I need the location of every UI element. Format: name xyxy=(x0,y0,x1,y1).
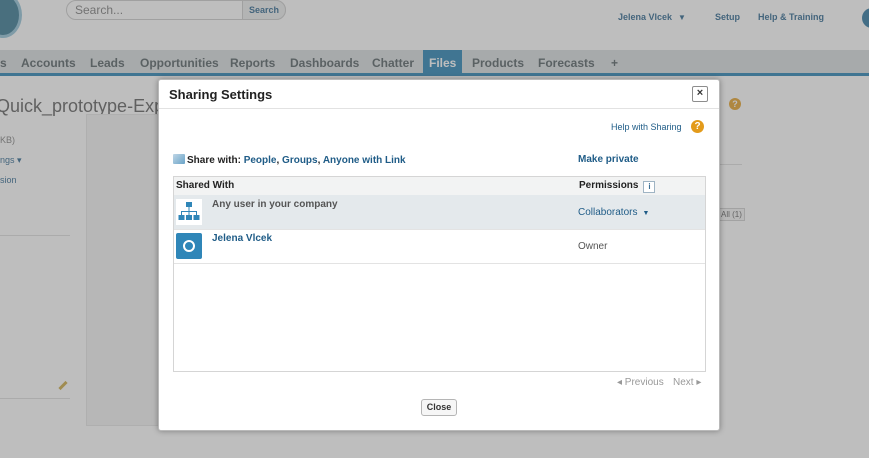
chevron-down-icon: ▼ xyxy=(642,210,650,217)
share-icon xyxy=(173,154,185,164)
column-header-shared-with: Shared With xyxy=(176,180,235,191)
permissions-label: Permissions xyxy=(579,180,639,191)
share-with-row: Share with: People, Groups, Anyone with … xyxy=(173,154,406,166)
permission-value: Collaborators xyxy=(578,207,638,218)
share-groups-link[interactable]: Groups xyxy=(282,155,318,166)
share-people-link[interactable]: People xyxy=(244,155,277,166)
org-chart-icon xyxy=(176,199,202,225)
share-anyone-with-link[interactable]: Anyone with Link xyxy=(323,155,406,166)
sharing-settings-dialog: Sharing Settings × Help with Sharing ? S… xyxy=(158,79,720,431)
next-page-button[interactable]: Next ▸ xyxy=(673,377,701,388)
user-avatar-icon[interactable] xyxy=(176,233,202,259)
column-header-permissions: Permissions i xyxy=(579,180,656,193)
shared-with-table: Shared With Permissions i Any user in you… xyxy=(173,176,706,372)
smiley-icon xyxy=(183,240,195,252)
make-private-link[interactable]: Make private xyxy=(578,154,639,165)
separator: , xyxy=(317,155,321,166)
dialog-title: Sharing Settings xyxy=(169,87,273,102)
table-row: Any user in your company Collaborators ▼ xyxy=(174,195,705,230)
dialog-header: Sharing Settings × xyxy=(159,80,719,109)
share-with-label: Share with: xyxy=(187,155,241,166)
table-row: Jelena Vlcek Owner xyxy=(174,229,705,264)
permission-value: Owner xyxy=(578,241,608,252)
close-icon[interactable]: × xyxy=(692,86,708,102)
shared-with-user-link[interactable]: Jelena Vlcek xyxy=(212,233,272,244)
separator: , xyxy=(276,155,280,166)
permission-dropdown[interactable]: Collaborators ▼ xyxy=(578,207,649,218)
help-with-sharing-link[interactable]: Help with Sharing xyxy=(611,122,682,132)
close-button[interactable]: Close xyxy=(421,399,457,416)
info-icon[interactable]: i xyxy=(643,181,656,193)
help-icon[interactable]: ? xyxy=(691,120,704,133)
shared-with-name: Any user in your company xyxy=(212,199,338,210)
table-header: Shared With Permissions i xyxy=(174,177,705,196)
previous-page-button[interactable]: ◂ Previous xyxy=(617,377,664,388)
